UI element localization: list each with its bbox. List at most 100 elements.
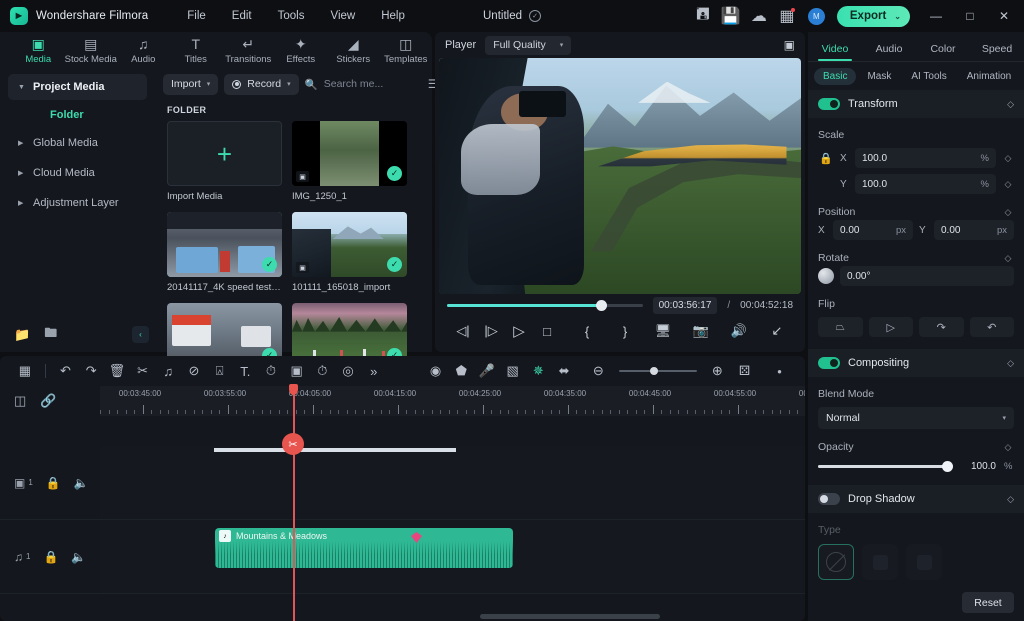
tab-color[interactable]: Color xyxy=(916,43,970,61)
keyframe-icon[interactable]: ◇ xyxy=(1002,442,1014,453)
color-match-icon[interactable]: ⊘ xyxy=(181,359,207,383)
grid-dots-icon[interactable]: ⚄ xyxy=(731,359,758,383)
sidebar-item-global-media[interactable]: ▶ Global Media xyxy=(8,130,147,156)
crop-icon[interactable]: ⍓ xyxy=(207,359,233,383)
more-tools-icon[interactable]: » xyxy=(361,359,387,383)
rotate-dial[interactable] xyxy=(818,268,834,284)
flip-horizontal-icon[interactable]: ⏢ xyxy=(818,317,863,337)
scrubber-handle[interactable] xyxy=(596,300,607,311)
volume-icon[interactable]: 🔊 xyxy=(725,323,753,339)
audio-detach-icon[interactable]: ♫ xyxy=(155,359,181,383)
nav-tab-media[interactable]: ▣ Media xyxy=(12,33,65,69)
subtab-mask[interactable]: Mask xyxy=(858,68,900,85)
import-button[interactable]: Import ▾ xyxy=(163,74,218,95)
timer-icon[interactable]: ⏱ xyxy=(310,359,336,383)
menu-tools[interactable]: Tools xyxy=(265,6,318,26)
timeline-audio-clip[interactable]: ♪ Mountains & Meadows xyxy=(215,528,513,568)
stop-icon[interactable]: □ xyxy=(533,324,561,339)
shadow-type-soft[interactable] xyxy=(862,544,898,580)
fullscreen-icon[interactable]: ↙ xyxy=(763,323,791,339)
menu-help[interactable]: Help xyxy=(368,6,418,26)
nav-tab-templates[interactable]: ◫ Templates xyxy=(380,33,433,69)
scale-y-input[interactable]: 100.0 % xyxy=(855,174,996,194)
shadow-type-hard[interactable] xyxy=(906,544,942,580)
menu-view[interactable]: View xyxy=(317,6,368,26)
screen-record-icon[interactable]: 🖥 xyxy=(649,323,677,339)
play-icon[interactable]: ▷ xyxy=(505,322,533,340)
tracking-icon[interactable]: ◎ xyxy=(335,359,361,383)
video-track-lane[interactable]: ▶ 09-11 Menlo Atherton ▶ 101111_165018_i… xyxy=(100,446,805,519)
save-as-icon[interactable]: 💾 xyxy=(718,4,744,28)
copy-track-icon[interactable]: ◫ xyxy=(14,393,26,409)
import-media-tile[interactable]: + xyxy=(167,121,282,186)
sidebar-item-cloud-media[interactable]: ▶ Cloud Media xyxy=(8,160,147,186)
nav-tab-audio[interactable]: ♫ Audio xyxy=(117,33,170,69)
prev-frame-icon[interactable]: ◁| xyxy=(449,323,477,339)
media-thumbnail[interactable]: ▣ ✓ xyxy=(292,121,407,186)
auto-arrange-icon[interactable]: ▦ xyxy=(12,359,38,383)
keyframe-icon[interactable]: ◇ xyxy=(1007,99,1014,110)
rotate-left-icon[interactable]: ↶ xyxy=(970,317,1015,337)
mute-icon[interactable]: 🔈 xyxy=(74,476,89,490)
media-search[interactable]: 🔍 xyxy=(305,78,419,91)
rotate-right-icon[interactable]: ↷ xyxy=(919,317,964,337)
media-thumbnail[interactable]: ✓ xyxy=(167,212,282,277)
tab-video[interactable]: Video xyxy=(808,43,862,61)
waveform-scope-icon[interactable]: ▣ xyxy=(784,38,795,52)
qr-code-icon[interactable]: ▦ xyxy=(774,4,800,28)
delete-icon[interactable]: 🗑 xyxy=(104,359,130,383)
flip-vertical-icon[interactable]: ▷ xyxy=(869,317,914,337)
keyframe-icon[interactable]: ◇ xyxy=(1002,153,1014,164)
sidebar-item-adjustment-layer[interactable]: ▶ Adjustment Layer xyxy=(8,190,147,216)
mark-out-icon[interactable]: } xyxy=(611,324,639,339)
nav-tab-stock-media[interactable]: ▤ Stock Media xyxy=(65,33,118,69)
link-tracks-icon[interactable]: 🔗 xyxy=(40,393,56,409)
save-icon[interactable]: 🖪 xyxy=(690,4,716,28)
lock-icon[interactable]: 🔒 xyxy=(46,476,61,490)
shadow-type-none[interactable] xyxy=(818,544,854,580)
subtab-basic[interactable]: Basic xyxy=(814,68,856,85)
sidebar-subitem-folder[interactable]: Folder xyxy=(8,104,147,126)
mute-icon[interactable]: 🔈 xyxy=(71,550,86,564)
text-icon[interactable]: T. xyxy=(232,359,258,383)
record-voiceover-icon[interactable]: ◉ xyxy=(423,359,449,383)
export-button[interactable]: Export ⌄ xyxy=(837,6,910,27)
transform-toggle[interactable] xyxy=(818,98,840,110)
avatar[interactable]: M xyxy=(808,8,825,25)
media-item[interactable]: ▣ ✓ 101111_165018_import xyxy=(292,212,407,293)
nav-tab-transitions[interactable]: ↵ Transitions xyxy=(222,33,275,69)
close-button[interactable]: ✕ xyxy=(988,0,1020,32)
next-frame-icon[interactable]: |▷ xyxy=(477,323,505,339)
maximize-button[interactable]: □ xyxy=(954,0,986,32)
player-scrubber[interactable] xyxy=(447,304,643,307)
minimize-button[interactable]: — xyxy=(920,0,952,32)
zoom-in-icon[interactable]: ⊕ xyxy=(704,359,731,383)
blend-mode-select[interactable]: Normal ▾ xyxy=(818,407,1014,429)
mark-in-icon[interactable]: { xyxy=(573,324,601,339)
media-item[interactable]: ▣ ✓ IMG_1250_1 xyxy=(292,121,407,202)
menu-file[interactable]: File xyxy=(174,6,219,26)
menu-edit[interactable]: Edit xyxy=(219,6,265,26)
remove-folder-icon[interactable]: 🖿 xyxy=(44,324,57,346)
link-lock-icon[interactable]: 🔒 xyxy=(818,152,834,165)
lock-icon[interactable]: 🔒 xyxy=(43,550,58,564)
nav-tab-effects[interactable]: ✦ Effects xyxy=(275,33,328,69)
cloud-upload-icon[interactable]: ☁ xyxy=(746,4,772,28)
search-input[interactable] xyxy=(324,78,419,90)
record-button[interactable]: Record ▾ xyxy=(224,74,298,95)
dot-icon[interactable]: ● xyxy=(766,359,793,383)
keyframe-icon[interactable]: ◇ xyxy=(1007,494,1014,505)
media-item[interactable]: ✓ 20141117_4K speed test_00... xyxy=(167,212,282,293)
nav-tab-stickers[interactable]: ◢ Stickers xyxy=(327,33,380,69)
zoom-slider[interactable] xyxy=(619,370,697,372)
keyframe-icon[interactable]: ◇ xyxy=(1007,358,1014,369)
quality-selector[interactable]: Full Quality ▾ xyxy=(485,36,571,55)
video-preview[interactable] xyxy=(439,58,801,294)
speed-icon[interactable]: ⏱ xyxy=(258,359,284,383)
split-playhead-icon[interactable]: ✂ xyxy=(282,433,304,455)
drop-shadow-toggle[interactable] xyxy=(818,493,840,505)
audio-track-lane[interactable]: ♪ Mountains & Meadows xyxy=(100,520,805,593)
position-x-input[interactable]: 0.00 px xyxy=(833,220,913,240)
fit-timeline-icon[interactable]: ⬌ xyxy=(551,359,577,383)
tab-speed[interactable]: Speed xyxy=(970,43,1024,61)
